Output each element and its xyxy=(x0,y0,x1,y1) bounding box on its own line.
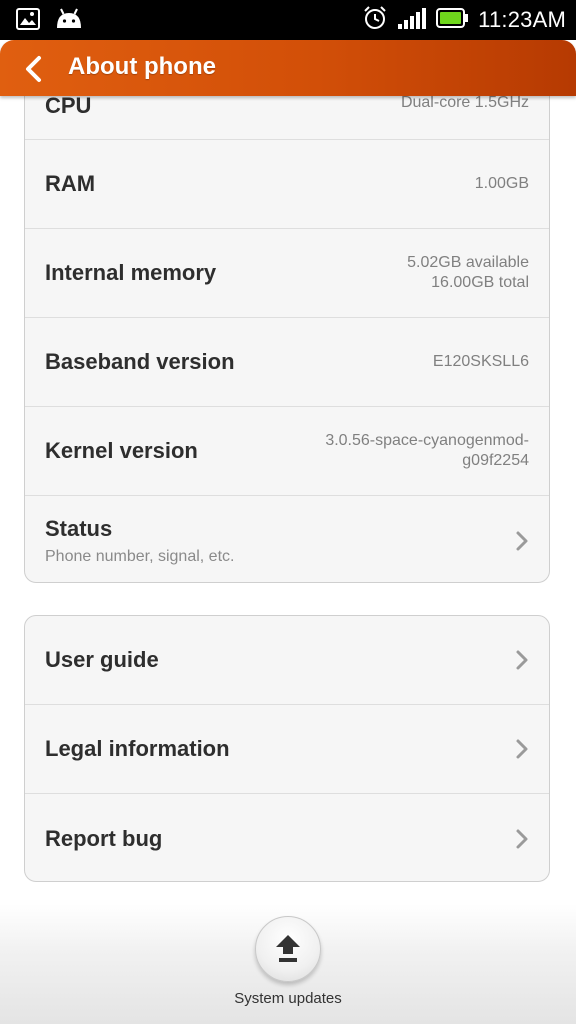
info-row-ram: RAM 1.00GB xyxy=(25,140,549,229)
status-subtitle: Phone number, signal, etc. xyxy=(45,548,235,565)
info-value-line: 3.0.56-space-cyanogenmod- xyxy=(325,432,529,449)
link-user-guide[interactable]: User guide xyxy=(25,616,549,705)
device-info-card: CPU Dual-core 1.5GHz RAM 1.00GB Internal… xyxy=(24,96,550,583)
info-value: 3.0.56-space-cyanogenmod- g09f2254 xyxy=(325,431,529,471)
clock-time: 11:23AM xyxy=(478,7,566,32)
back-button[interactable] xyxy=(20,54,50,84)
system-updates-button[interactable] xyxy=(255,916,321,982)
link-label: Legal information xyxy=(45,736,230,761)
android-icon xyxy=(54,8,84,34)
status-bar: 11:23AM xyxy=(0,0,576,40)
info-value-line: g09f2254 xyxy=(462,452,529,469)
status-row[interactable]: Status Phone number, signal, etc. xyxy=(25,496,549,582)
info-value-line: 16.00GB total xyxy=(431,274,529,291)
action-bar: About phone xyxy=(0,40,576,96)
status-label: Status xyxy=(45,516,113,541)
chevron-right-icon xyxy=(516,829,528,848)
link-label: User guide xyxy=(45,647,159,672)
info-row-kernel: Kernel version 3.0.56-space-cyanogenmod-… xyxy=(25,407,549,496)
info-label: CPU xyxy=(45,96,92,118)
info-label: Internal memory xyxy=(45,260,217,285)
chevron-right-icon xyxy=(516,531,528,550)
info-row-internal-memory: Internal memory 5.02GB available 16.00GB… xyxy=(25,229,549,318)
signal-icon xyxy=(398,7,427,33)
info-value: 1.00GB xyxy=(474,175,529,192)
page-title: About phone xyxy=(68,53,216,80)
info-value-line: 5.02GB available xyxy=(407,254,529,271)
info-value: Dual-core 1.5GHz xyxy=(400,96,529,111)
link-report-bug[interactable]: Report bug xyxy=(25,794,549,881)
info-label: Kernel version xyxy=(45,438,198,463)
info-row-cpu: CPU Dual-core 1.5GHz xyxy=(25,96,549,140)
bottom-bar: System updates xyxy=(0,904,576,1024)
link-legal-information[interactable]: Legal information xyxy=(25,705,549,794)
chevron-left-icon xyxy=(26,56,41,82)
chevron-right-icon xyxy=(516,739,528,759)
upload-arrow-icon xyxy=(276,935,300,962)
info-label: RAM xyxy=(45,171,96,196)
alarm-icon xyxy=(362,5,388,35)
gallery-icon xyxy=(16,8,40,34)
system-updates-label: System updates xyxy=(234,990,342,1007)
info-row-baseband: Baseband version E120SKSLL6 xyxy=(25,318,549,407)
links-card: User guide Legal information Report bug xyxy=(24,615,550,882)
info-value: 5.02GB available 16.00GB total xyxy=(407,253,529,293)
battery-icon xyxy=(436,8,469,32)
chevron-right-icon xyxy=(516,650,528,670)
info-value: E120SKSLL6 xyxy=(432,353,529,370)
settings-list[interactable]: CPU Dual-core 1.5GHz RAM 1.00GB Internal… xyxy=(0,96,576,904)
info-label: Baseband version xyxy=(45,349,235,374)
link-label: Report bug xyxy=(45,825,163,851)
